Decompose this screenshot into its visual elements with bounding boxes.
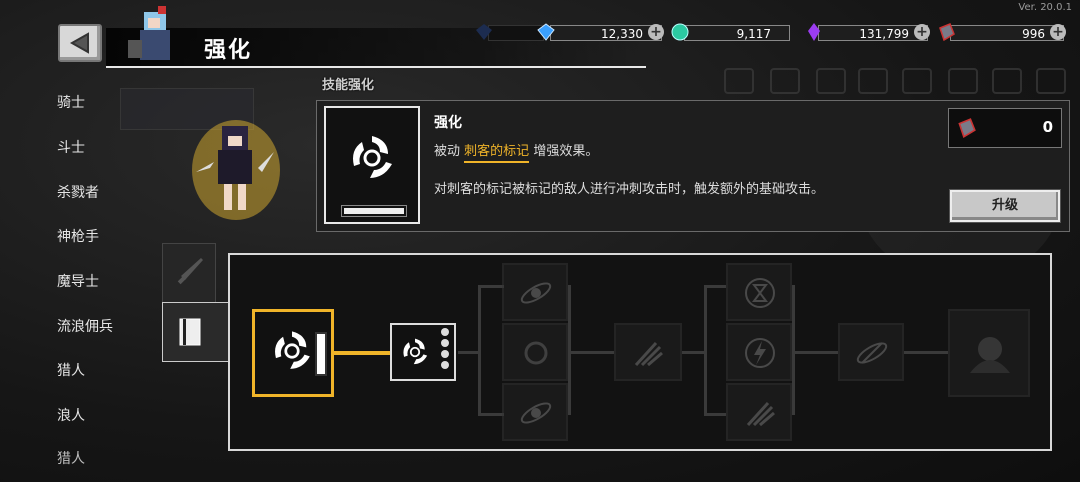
add-blue-gem-button[interactable]: + xyxy=(648,24,664,40)
claw-plus-icon xyxy=(746,401,775,427)
claw-icon xyxy=(634,341,663,367)
skill-name: 强化 xyxy=(434,115,462,131)
assassin-silhouette-icon xyxy=(970,337,1010,373)
sidebar-item-ronin[interactable]: 浪人 xyxy=(57,405,85,425)
skill-highlight-link[interactable]: 刺客的标记 xyxy=(464,144,530,163)
lightning-cycle-icon xyxy=(745,338,775,368)
emoji-icon[interactable] xyxy=(902,68,932,94)
panel-label: 技能强化 xyxy=(322,78,375,93)
skill-level-bar xyxy=(341,205,407,217)
skill-node-locked[interactable] xyxy=(502,263,568,321)
blue-gem-icon xyxy=(537,23,555,41)
back-button[interactable] xyxy=(58,24,102,62)
upgrade-stone-icon xyxy=(958,118,976,139)
page-title: 强化 xyxy=(204,38,253,63)
tree-connector xyxy=(458,351,478,354)
tree-connector-active xyxy=(330,351,392,355)
tree-connector xyxy=(478,285,481,415)
skill-description: 对刺客的标记被标记的敌人进行冲刺攻击时，触发额外的基础攻击。 xyxy=(434,182,825,197)
sidebar-item-slayer[interactable]: 杀戮者 xyxy=(57,182,99,202)
sidebar-item-mage[interactable]: 魔导士 xyxy=(57,271,99,291)
skill-node-locked[interactable] xyxy=(726,383,792,441)
sidebar-item-hunter[interactable]: 猎人 xyxy=(57,360,85,380)
tree-connector xyxy=(704,285,726,288)
shuriken-plus-icon xyxy=(403,338,428,365)
sidebar-item-hunter-2[interactable]: 猎人 xyxy=(57,448,85,468)
currency-value: 131,799 xyxy=(818,25,928,41)
anvil-icon[interactable] xyxy=(770,68,800,94)
skill-tree xyxy=(228,253,1052,451)
shuriken-mark-icon xyxy=(275,331,310,369)
skill-node-ultimate-locked[interactable] xyxy=(948,309,1030,397)
currency-upgrade-stone: 996 + xyxy=(936,23,1066,42)
skill-node-locked[interactable] xyxy=(502,323,568,381)
skill-type: 被动 xyxy=(434,144,461,159)
shuriken-mark-icon xyxy=(353,136,392,178)
book-icon xyxy=(179,318,201,346)
add-purple-crystal-button[interactable]: + xyxy=(914,24,930,40)
tree-connector xyxy=(704,285,707,415)
back-arrow-icon xyxy=(69,32,89,54)
hero-portrait-icon xyxy=(128,6,170,60)
currency-value: 9,117 xyxy=(684,25,790,41)
green-orb-icon xyxy=(671,23,689,41)
sword-icon xyxy=(177,258,203,285)
skill-node-locked[interactable] xyxy=(502,383,568,441)
tab-skillbook[interactable] xyxy=(162,302,231,362)
skill-effect-line: 被动 刺客的标记 增强效果。 xyxy=(434,140,599,163)
tree-connector xyxy=(792,285,795,415)
currency-value: 996 xyxy=(950,25,1064,41)
skill-node-locked[interactable] xyxy=(614,323,682,381)
skill-effect-suffix: 增强效果。 xyxy=(533,144,599,159)
tree-connector xyxy=(704,413,726,416)
sidebar-item-knight[interactable]: 骑士 xyxy=(57,92,85,112)
tree-connector xyxy=(568,285,571,415)
hourglass-icon xyxy=(745,278,775,308)
tree-connector xyxy=(682,351,704,354)
currency-green-orb: 9,117 xyxy=(670,23,794,42)
shuriken-dim-icon xyxy=(524,341,548,365)
purple-crystal-icon xyxy=(808,23,820,41)
skill-node-root[interactable] xyxy=(252,309,334,397)
tree-connector xyxy=(792,351,838,354)
tree-connector xyxy=(478,285,504,288)
orbit-slash-icon xyxy=(856,342,888,364)
top-bar: 强化 12,330 + 9,117 131,799 + 996 + xyxy=(0,0,1080,68)
orbit-icon xyxy=(520,402,552,424)
skill-node-locked[interactable] xyxy=(726,323,792,381)
chat-icon[interactable] xyxy=(948,68,978,94)
sidebar-item-mercenary[interactable]: 流浪佣兵 xyxy=(57,316,113,336)
upgrade-cost-box: 0 xyxy=(948,108,1062,148)
upgrade-stone-icon xyxy=(939,23,955,42)
sidebar-item-gunner[interactable]: 神枪手 xyxy=(57,226,99,246)
skill-node-locked[interactable] xyxy=(838,323,904,381)
tree-connector xyxy=(568,351,614,354)
dark-gem-icon xyxy=(476,24,492,40)
tab-weapon[interactable] xyxy=(162,243,216,303)
mail-icon[interactable] xyxy=(992,68,1022,94)
assassin-character-sprite xyxy=(192,120,280,220)
upgrade-cost-value: 0 xyxy=(1042,118,1053,136)
currency-blue-gem: 12,330 + xyxy=(536,23,666,42)
skill-node-locked[interactable] xyxy=(726,263,792,321)
add-upgrade-stone-button[interactable]: + xyxy=(1050,24,1066,40)
tree-connector xyxy=(478,413,504,416)
book-icon[interactable] xyxy=(816,68,846,94)
root-node-gauge xyxy=(315,332,327,376)
currency-value: 12,330 xyxy=(550,25,662,41)
orbit-icon xyxy=(520,282,552,304)
currency-purple-crystal: 131,799 + xyxy=(804,23,930,42)
currency-slot-empty xyxy=(474,24,544,42)
shop-cart-icon[interactable] xyxy=(724,68,754,94)
menu-icon[interactable] xyxy=(1036,68,1066,94)
selected-skill-icon xyxy=(324,106,420,224)
card-icon[interactable] xyxy=(858,68,888,94)
skill-node-enhance[interactable] xyxy=(390,323,456,381)
upgrade-button[interactable]: 升级 xyxy=(949,189,1061,223)
node-level-pips xyxy=(441,328,451,376)
tree-connector xyxy=(904,351,948,354)
sidebar-item-fighter[interactable]: 斗士 xyxy=(57,137,85,157)
